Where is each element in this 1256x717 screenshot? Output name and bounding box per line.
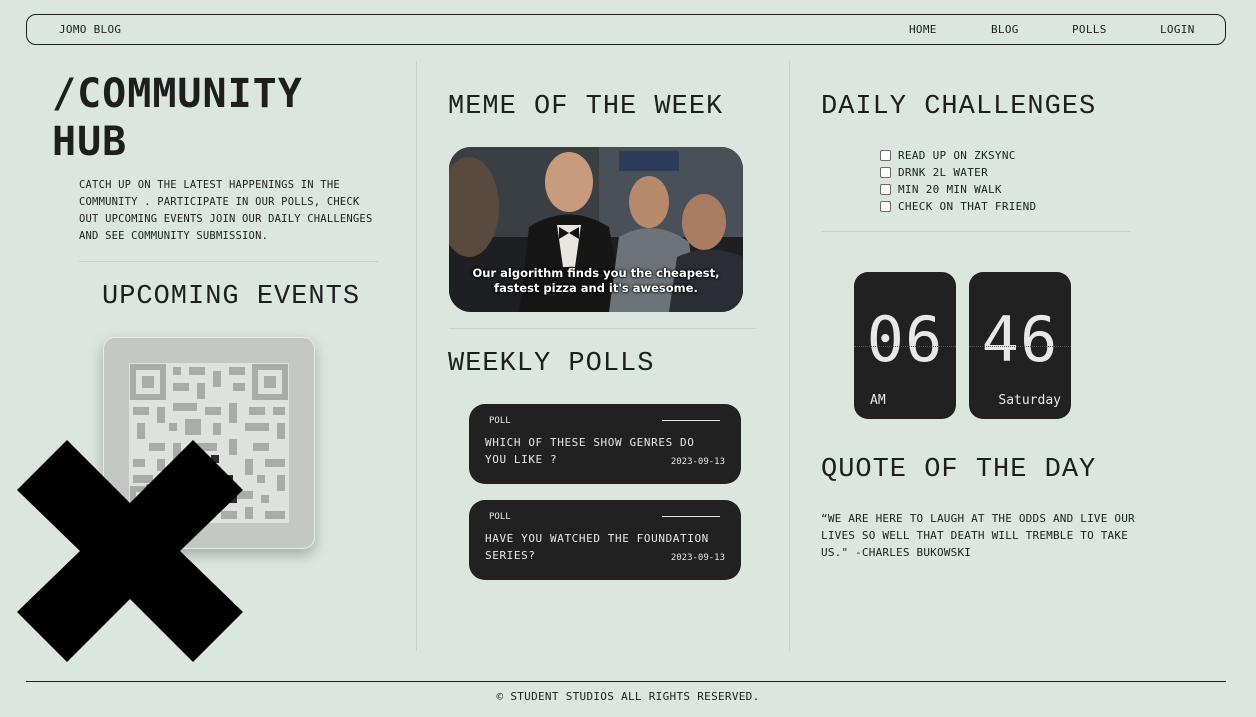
challenge-item[interactable]: READ UP ON ZKSYNC [880, 147, 1036, 164]
quote-heading: QUOTE OF THE DAY [821, 455, 1097, 485]
column-divider [416, 61, 417, 651]
challenge-checkbox[interactable] [880, 184, 891, 195]
divider [821, 231, 1131, 232]
divider [449, 328, 756, 329]
close-icon[interactable] [17, 440, 243, 662]
clock-minute-card: 46 Saturday [969, 272, 1071, 419]
challenge-label: READ UP ON ZKSYNC [898, 149, 1016, 162]
quote-text: “WE ARE HERE TO LAUGH AT THE ODDS AND LI… [821, 512, 1135, 559]
challenge-checkbox[interactable] [880, 201, 891, 212]
divider [79, 261, 378, 262]
poll-date: 2023-09-13 [670, 457, 725, 467]
nav-polls-link[interactable]: POLLS [1072, 23, 1107, 36]
brand-logo[interactable]: JOMO BLOG [59, 23, 121, 36]
clock-hour-card: 06 AM [854, 272, 956, 419]
daily-challenges-heading: DAILY CHALLENGES [821, 92, 1097, 122]
challenge-checkbox[interactable] [880, 167, 891, 178]
poll-tag: POLL [489, 416, 511, 426]
poll-tag: POLL [489, 512, 511, 522]
challenge-label: DRNK 2L WATER [898, 166, 988, 179]
meme-caption-line: fastest pizza and it's awesome. [494, 281, 698, 295]
challenge-label: CHECK ON THAT FRIEND [898, 200, 1037, 213]
challenge-checkbox[interactable] [880, 150, 891, 161]
divider [969, 346, 1071, 347]
divider [854, 346, 956, 347]
footer-divider [26, 681, 1226, 682]
column-divider [789, 61, 790, 651]
weekly-polls-heading: WEEKLY POLLS [448, 349, 655, 379]
meme-heading: MEME OF THE WEEK [448, 92, 724, 122]
clock-day: Saturday [998, 393, 1061, 408]
top-nav: JOMO BLOG HOME BLOG POLLS LOGIN [26, 14, 1226, 45]
meme-caption: Our algorithm finds you the cheapest, fa… [449, 266, 743, 296]
challenge-list: READ UP ON ZKSYNC DRNK 2L WATER MIN 20 M… [880, 147, 1036, 215]
challenge-item[interactable]: DRNK 2L WATER [880, 164, 1036, 181]
footer-copyright: © STUDENT STUDIOS ALL RIGHTS RESERVED. [496, 690, 760, 703]
challenge-item[interactable]: CHECK ON THAT FRIEND [880, 198, 1036, 215]
challenge-item[interactable]: MIN 20 MIN WALK [880, 181, 1036, 198]
poll-card[interactable]: POLL WHICH OF THESE SHOW GENRES DO YOU L… [469, 404, 741, 484]
nav-login-link[interactable]: LOGIN [1160, 23, 1195, 36]
poll-date: 2023-09-13 [670, 553, 725, 563]
meme-caption-line: Our algorithm finds you the cheapest, [472, 266, 720, 280]
meme-image[interactable]: Our algorithm finds you the cheapest, fa… [449, 147, 743, 312]
upcoming-events-heading: UPCOMING EVENTS [102, 282, 361, 312]
clock-hour: 06 [866, 303, 944, 376]
divider [662, 516, 720, 517]
nav-blog-link[interactable]: BLOG [991, 23, 1019, 36]
nav-home-link[interactable]: HOME [909, 23, 937, 36]
clock-minute: 46 [981, 303, 1059, 376]
divider [662, 420, 720, 421]
clock-period: AM [870, 393, 886, 408]
challenge-label: MIN 20 MIN WALK [898, 183, 1002, 196]
page-title: /COMMUNITY HUB [52, 71, 303, 165]
intro-text: CATCH UP ON THE LATEST HAPPENINGS IN THE… [79, 179, 373, 242]
poll-card[interactable]: POLL HAVE YOU WATCHED THE FOUNDATION SER… [469, 500, 741, 580]
